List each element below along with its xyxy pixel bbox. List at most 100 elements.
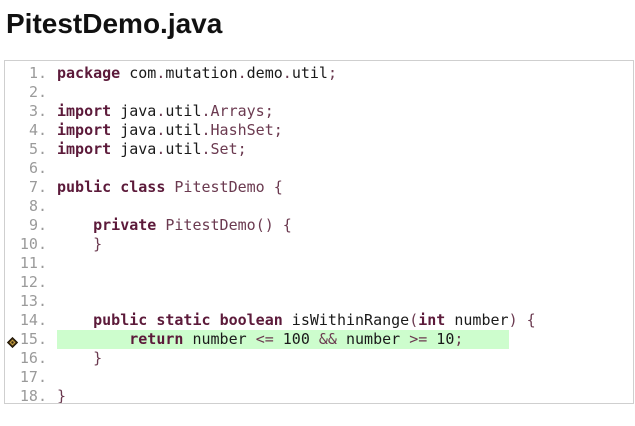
code-line: 7. public class PitestDemo { [5, 178, 633, 197]
code-token: <= [255, 330, 274, 348]
line-number: 13. [19, 292, 47, 310]
code-keyword: import [57, 121, 112, 139]
code-token: . [201, 140, 211, 158]
code-token: () [255, 216, 274, 234]
line-number: 8. [28, 197, 47, 215]
code-text: import java.util.Arrays; [57, 102, 633, 121]
code-line: 14. public static boolean isWithinRange(… [5, 311, 633, 330]
code-text: } [57, 387, 633, 404]
code-token: ; [237, 140, 247, 158]
code-token: util [165, 140, 202, 158]
code-token: { [526, 311, 536, 329]
code-text: } [57, 235, 633, 254]
code-text: public static boolean isWithinRange(int … [57, 311, 633, 330]
code-line: 16. } [5, 349, 633, 368]
code-line: 6. [5, 159, 633, 178]
code-text: } [57, 349, 633, 368]
code-token: HashSet [210, 121, 274, 139]
code-keyword: package [57, 64, 121, 82]
code-token: >= [409, 330, 428, 348]
code-line: 13. [5, 292, 633, 311]
code-token: ; [454, 330, 464, 348]
code-line: 10. } [5, 235, 633, 254]
code-keyword: import [57, 102, 112, 120]
code-text: private PitestDemo() { [57, 216, 633, 235]
code-token: 100 [273, 330, 319, 348]
code-token: PitestDemo [174, 178, 265, 196]
code-token: number [336, 330, 410, 348]
line-number: 18. [19, 387, 47, 404]
code-lines: 1. package com.mutation.demo.util; 2. 3. imp… [5, 64, 633, 404]
code-line: 11. [5, 254, 633, 273]
code-token: number [183, 330, 256, 348]
line-number: 4. [28, 121, 47, 139]
code-token: . [282, 64, 292, 82]
code-line: 4. import java.util.HashSet; [5, 121, 633, 140]
code-line: 9. private PitestDemo() { [5, 216, 633, 235]
code-line: 17. [5, 368, 633, 387]
code-token: ; [327, 64, 337, 82]
code-line: 2. [5, 83, 633, 102]
code-token: ; [273, 121, 283, 139]
code-token: isWithinRange [282, 311, 410, 329]
line-number: 17. [19, 368, 47, 386]
code-token: } [57, 387, 67, 404]
line-number: 12. [19, 273, 47, 291]
line-number: 2. [28, 83, 47, 101]
code-token: util [291, 64, 328, 82]
code-token: } [93, 235, 103, 253]
code-line: 8. [5, 197, 633, 216]
code-keyword: private [93, 216, 157, 234]
code-token: java [111, 102, 157, 120]
line-number: 11. [19, 254, 47, 272]
code-token: . [201, 102, 211, 120]
line-number: 6. [28, 159, 47, 177]
line-number: 14. [19, 311, 47, 329]
code-token: ( [409, 311, 419, 329]
code-token: ) [508, 311, 518, 329]
code-token: Arrays [210, 102, 265, 120]
code-line: 5. import java.util.Set; [5, 140, 633, 159]
code-token: . [201, 121, 211, 139]
code-keyword: boolean [219, 311, 283, 329]
code-token: util [165, 121, 202, 139]
code-token: java [111, 140, 157, 158]
line-number: 7. [28, 178, 47, 196]
code-token: util [165, 102, 202, 120]
code-text: public class PitestDemo { [57, 178, 633, 197]
code-token: { [273, 178, 283, 196]
line-number: 16. [19, 349, 47, 367]
code-token: { [282, 216, 292, 234]
code-line: 1. package com.mutation.demo.util; [5, 64, 633, 83]
source-code-panel: 1. package com.mutation.demo.util; 2. 3. imp… [4, 60, 634, 404]
code-line: 12. [5, 273, 633, 292]
code-token: com [120, 64, 157, 82]
code-text: package com.mutation.demo.util; [57, 64, 633, 83]
code-text: return number <= 100 && number >= 10; [57, 330, 509, 349]
code-line: 15. return number <= 100 && number >= 10… [5, 330, 633, 349]
page-title: PitestDemo.java [6, 8, 223, 39]
code-token: ; [264, 102, 274, 120]
code-keyword: import [57, 140, 112, 158]
code-keyword: int [418, 311, 446, 329]
code-keyword: class [120, 178, 166, 196]
mutation-killed-icon[interactable] [6, 334, 19, 349]
code-text: import java.util.Set; [57, 140, 633, 159]
